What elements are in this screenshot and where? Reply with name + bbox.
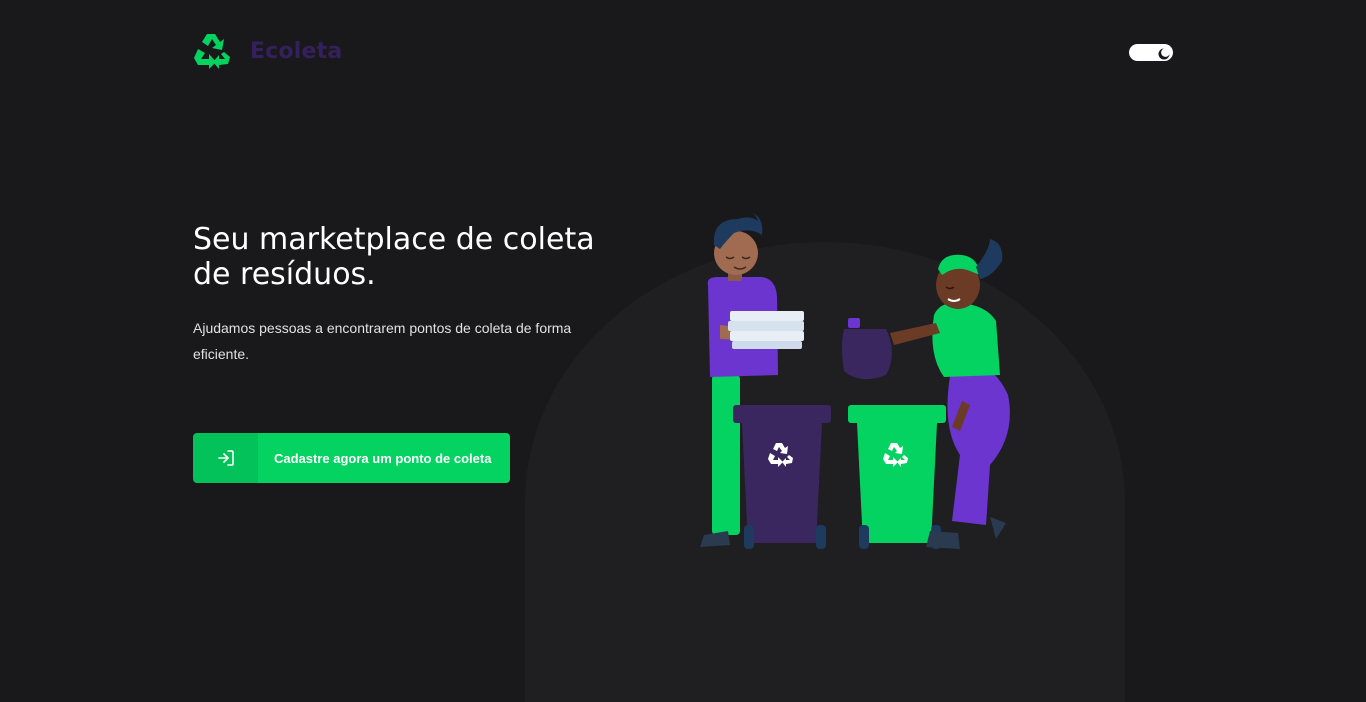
theme-toggle[interactable] (1129, 44, 1173, 61)
brand-name: Ecoleta (250, 38, 343, 64)
paper-stack (728, 311, 804, 349)
site-header: Ecoleta (193, 30, 1173, 76)
hero-title-line1: Seu marketplace de coleta (193, 222, 595, 257)
recycling-people-illustration (700, 213, 1010, 549)
hero-subtitle: Ajudamos pessoas a encontrarem pontos de… (193, 315, 633, 367)
moon-icon (1157, 45, 1171, 60)
purple-recycle-bin (733, 405, 831, 549)
cta-icon-box (193, 433, 258, 483)
sign-in-icon (217, 450, 234, 466)
brand-logo[interactable]: Ecoleta (193, 32, 342, 70)
register-point-label: Cadastre agora um ponto de coleta (274, 450, 492, 466)
jar (842, 318, 892, 380)
hero-title-line2: de resíduos. (193, 257, 376, 292)
register-point-button[interactable]: Cadastre agora um ponto de coleta (193, 433, 510, 483)
hero-subtitle-line1: Ajudamos pessoas a encontrarem pontos de… (193, 320, 572, 336)
hero-subtitle-line2: eficiente. (193, 346, 250, 362)
hero-title: Seu marketplace de coleta de resíduos. (193, 222, 643, 292)
green-recycle-bin (848, 405, 946, 549)
recycle-icon (194, 34, 230, 69)
